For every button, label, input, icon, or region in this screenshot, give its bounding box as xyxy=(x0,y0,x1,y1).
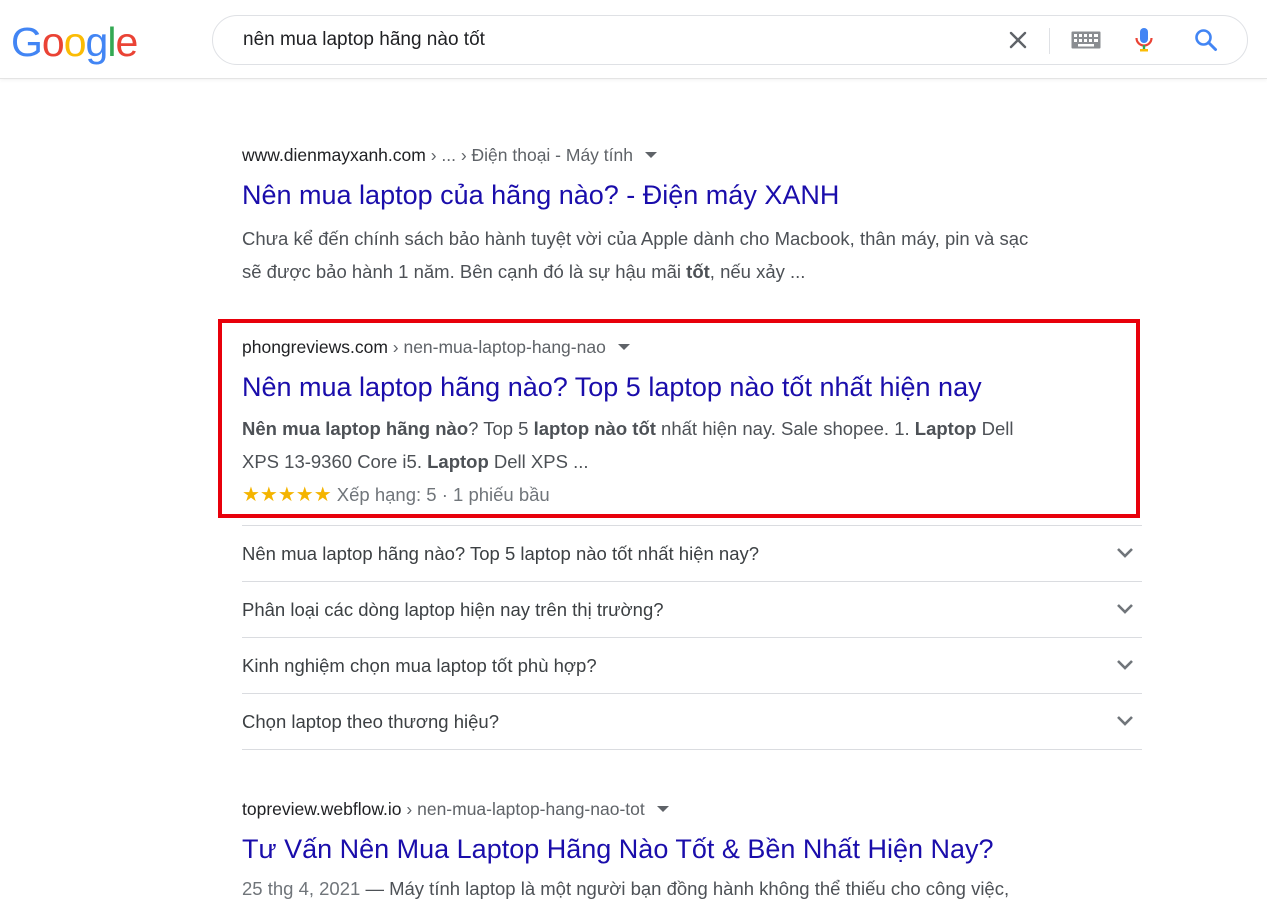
google-logo[interactable]: Google xyxy=(11,18,138,66)
snippet-bold: Nên mua laptop hãng nào xyxy=(242,418,469,439)
faq-item[interactable]: Chọn laptop theo thương hiệu? xyxy=(242,694,1142,750)
snippet-text: Dell xyxy=(976,418,1014,439)
keyboard-icon[interactable] xyxy=(1069,16,1103,64)
search-box: nên mua laptop hãng nào tốt xyxy=(212,15,1248,65)
faq-item[interactable]: Phân loại các dòng laptop hiện nay trên … xyxy=(242,582,1142,638)
result-site: topreview.webflow.io xyxy=(242,799,402,819)
faq-question: Chọn laptop theo thương hiệu? xyxy=(242,711,499,732)
result-path: › nen-mua-laptop-hang-nao-tot xyxy=(401,799,645,819)
dropdown-caret-icon[interactable] xyxy=(644,152,657,158)
faq-question: Phân loại các dòng laptop hiện nay trên … xyxy=(242,599,664,620)
snippet-bold: Laptop xyxy=(427,451,489,472)
snippet-line-2: sẽ được bảo hành 1 năm. Bên cạnh đó là s… xyxy=(242,255,1142,288)
result-site: phongreviews.com xyxy=(242,337,388,357)
result-url[interactable]: phongreviews.com › nen-mua-laptop-hang-n… xyxy=(242,336,1142,358)
snippet-text: sẽ được bảo hành 1 năm. Bên cạnh đó là s… xyxy=(242,261,687,282)
mic-icon[interactable] xyxy=(1129,16,1159,64)
result-snippet: Chưa kể đến chính sách bảo hành tuyệt vờ… xyxy=(242,222,1142,288)
snippet-text: XPS 13-9360 Core i5. xyxy=(242,451,428,472)
chevron-down-icon[interactable] xyxy=(1116,600,1134,618)
result-title-link[interactable]: Nên mua laptop của hãng nào? - Điện máy … xyxy=(242,178,1142,212)
result-snippet: 25 thg 4, 2021 — Máy tính laptop là một … xyxy=(242,872,1142,905)
logo-letter-3: o xyxy=(63,19,87,65)
star-rating-icon: ★★★★★ xyxy=(242,484,332,506)
search-result-3: topreview.webflow.io › nen-mua-laptop-ha… xyxy=(242,798,1142,905)
snippet-text: Dell XPS ... xyxy=(488,451,589,472)
search-icon[interactable] xyxy=(1189,16,1223,64)
snippet-text: nhất hiện nay. Sale shopee. 1. xyxy=(655,418,915,439)
related-questions: Nên mua laptop hãng nào? Top 5 laptop nà… xyxy=(242,525,1142,750)
snippet-text: , nếu xảy ... xyxy=(709,261,806,282)
rating-text: Xếp hạng: 5 · 1 phiếu bầu xyxy=(331,484,550,505)
snippet-line-1: Nên mua laptop hãng nào? Top 5 laptop nà… xyxy=(242,412,1142,445)
faq-item[interactable]: Kinh nghiệm chọn mua laptop tốt phù hợp? xyxy=(242,638,1142,694)
search-result-2: phongreviews.com › nen-mua-laptop-hang-n… xyxy=(242,336,1142,512)
result-date: 25 thg 4, 2021 xyxy=(242,878,361,899)
logo-letter-6: e xyxy=(115,19,138,65)
faq-item[interactable]: Nên mua laptop hãng nào? Top 5 laptop nà… xyxy=(242,525,1142,582)
snippet-line-1: Chưa kể đến chính sách bảo hành tuyệt vờ… xyxy=(242,228,1029,249)
search-divider xyxy=(1049,28,1050,54)
result-url[interactable]: www.dienmayxanh.com › ... › Điện thoại -… xyxy=(242,144,1142,166)
result-path: › ... › Điện thoại - Máy tính xyxy=(425,145,633,165)
snippet-bold: laptop nào tốt xyxy=(533,418,656,439)
result-snippet: Nên mua laptop hãng nào? Top 5 laptop nà… xyxy=(242,412,1142,512)
snippet-text: ? Top 5 xyxy=(468,418,534,439)
dropdown-caret-icon[interactable] xyxy=(617,344,630,350)
search-result-1: www.dienmayxanh.com › ... › Điện thoại -… xyxy=(242,144,1142,288)
chevron-down-icon[interactable] xyxy=(1116,544,1134,562)
chevron-down-icon[interactable] xyxy=(1116,656,1134,674)
search-header: Google nên mua laptop hãng nào tốt xyxy=(0,0,1267,79)
snippet-bold: Laptop xyxy=(914,418,977,439)
result-title-link[interactable]: Tư Vấn Nên Mua Laptop Hãng Nào Tốt & Bền… xyxy=(242,832,1142,866)
result-site: www.dienmayxanh.com xyxy=(242,145,426,165)
dropdown-caret-icon[interactable] xyxy=(656,806,669,812)
clear-icon[interactable] xyxy=(1003,16,1033,64)
result-url[interactable]: topreview.webflow.io › nen-mua-laptop-ha… xyxy=(242,798,1142,820)
logo-letter-2: o xyxy=(41,19,65,65)
result-path: › nen-mua-laptop-hang-nao xyxy=(387,337,606,357)
faq-question: Nên mua laptop hãng nào? Top 5 laptop nà… xyxy=(242,543,760,564)
rating-line: ★★★★★ Xếp hạng: 5 · 1 phiếu bầu xyxy=(242,478,1142,512)
faq-question: Kinh nghiệm chọn mua laptop tốt phù hợp? xyxy=(242,655,597,676)
result-title-link[interactable]: Nên mua laptop hãng nào? Top 5 laptop nà… xyxy=(242,370,1142,404)
logo-letter-4: g xyxy=(85,19,109,65)
search-input[interactable]: nên mua laptop hãng nào tốt xyxy=(243,16,983,64)
logo-letter-1: G xyxy=(11,19,43,65)
snippet-line-2: XPS 13-9360 Core i5. Laptop Dell XPS ... xyxy=(242,445,1142,478)
snippet-bold: tốt xyxy=(686,261,710,282)
chevron-down-icon[interactable] xyxy=(1116,712,1134,730)
snippet-text: — Máy tính laptop là một người bạn đồng … xyxy=(360,878,1010,899)
